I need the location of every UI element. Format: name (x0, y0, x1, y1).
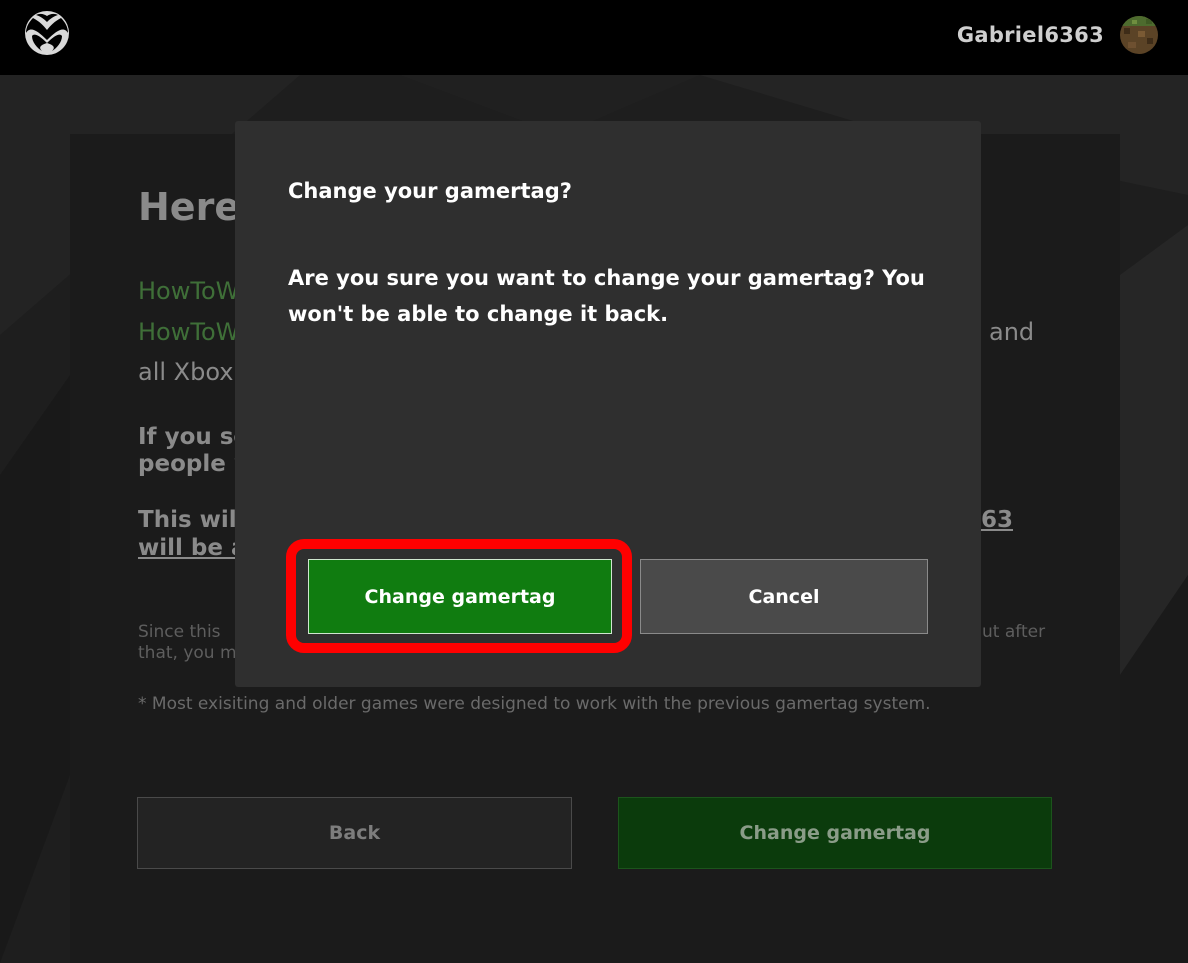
user-profile[interactable]: Gabriel6363 (957, 16, 1158, 54)
gamertag-link[interactable]: 63 (981, 507, 1013, 533)
small-text-line-2: that, you m (138, 643, 237, 663)
dialog-title: Change your gamertag? (288, 179, 572, 203)
back-button[interactable]: Back (137, 797, 572, 869)
small-text-fragment: ut after (982, 622, 1046, 642)
highlight-annotation (286, 539, 632, 653)
small-text-line-1: Since this (138, 622, 221, 642)
body-text-line-7: will be a (138, 535, 247, 561)
xbox-logo-icon[interactable] (24, 10, 70, 56)
body-text-line-4: If you se (138, 424, 250, 450)
page-change-gamertag-button[interactable]: Change gamertag (618, 797, 1052, 869)
body-text-line-6: This will (138, 507, 245, 533)
gamertag-line-2: HowToW (138, 318, 240, 346)
dialog-body: Are you sure you want to change your gam… (288, 266, 925, 326)
body-text-line-3: all Xbox (138, 358, 234, 386)
avatar-icon (1120, 16, 1158, 54)
avatar[interactable] (1120, 16, 1158, 54)
top-bar: Gabriel6363 (0, 0, 1188, 75)
cancel-button[interactable]: Cancel (640, 559, 928, 634)
username-label: Gabriel6363 (956, 23, 1104, 47)
body-text-fragment: and (989, 318, 1035, 346)
footnote: * Most exisiting and older games were de… (138, 694, 931, 714)
gamertag-line-1: HowToW (138, 277, 240, 305)
